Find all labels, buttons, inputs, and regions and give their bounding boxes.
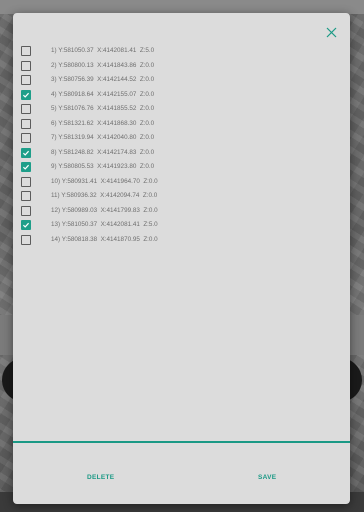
close-icon xyxy=(326,27,336,37)
point-row[interactable]: 1) Y:581050.37 X:4142081.41 Z:5.0 xyxy=(13,44,350,59)
point-label: 12) Y:580989.03 X:4141799.83 Z:0.0 xyxy=(51,206,158,214)
point-label: 13) Y:581050.37 X:4142081.41 Z:5.0 xyxy=(51,221,158,228)
point-row[interactable]: 10) Y:580931.41 X:4141964.70 Z:0.0 xyxy=(13,175,350,190)
check-icon xyxy=(22,92,30,98)
point-row[interactable]: 7) Y:581319.94 X:4142040.80 Z:0.0 xyxy=(13,131,350,146)
point-label: 11) Y:580936.32 X:4142094.74 Z:0.0 xyxy=(51,192,158,199)
point-row[interactable]: 11) Y:580936.32 X:4142094.74 Z:0.0 xyxy=(13,189,350,204)
save-button[interactable]: SAVE xyxy=(252,468,282,486)
point-selection-dialog: 1) Y:581050.37 X:4142081.41 Z:5.0 2) Y:58… xyxy=(13,13,350,504)
point-label: 5) Y:581076.76 X:4141855.52 Z:0.0 xyxy=(51,105,155,112)
point-label: 3) Y:580756.39 X:4142144.52 Z:0.0 xyxy=(51,76,155,83)
check-icon xyxy=(22,222,30,228)
point-label: 2) Y:580800.13 X:4141843.86 Z:0.0 xyxy=(51,61,155,69)
dialog-divider xyxy=(13,441,350,443)
point-row[interactable]: 2) Y:580800.13 X:4141843.86 Z:0.0 xyxy=(13,59,350,74)
point-row[interactable]: 14) Y:580818.38 X:4141870.95 Z:0.0 xyxy=(13,233,350,248)
point-checkbox[interactable] xyxy=(21,147,31,158)
point-checkbox[interactable] xyxy=(21,162,31,172)
point-checkbox[interactable] xyxy=(21,191,31,201)
point-checkbox[interactable] xyxy=(21,46,31,56)
point-list: 1) Y:581050.37 X:4142081.41 Z:5.0 2) Y:58… xyxy=(13,44,350,247)
close-button[interactable] xyxy=(320,21,342,43)
point-label: 9) Y:580805.53 X:4141923.80 Z:0.0 xyxy=(51,163,155,170)
point-label: 1) Y:581050.37 X:4142081.41 Z:5.0 xyxy=(51,47,155,54)
point-checkbox[interactable] xyxy=(21,89,31,100)
check-icon xyxy=(22,150,30,156)
point-row[interactable]: 9) Y:580805.53 X:4141923.80 Z:0.0 xyxy=(13,160,350,175)
point-checkbox[interactable] xyxy=(21,133,31,143)
point-checkbox[interactable] xyxy=(21,118,31,129)
point-row[interactable]: 13) Y:581050.37 X:4142081.41 Z:5.0 xyxy=(13,218,350,233)
point-label: 14) Y:580818.38 X:4141870.95 Z:0.0 xyxy=(51,235,158,243)
point-row[interactable]: 4) Y:580918.64 X:4142155.07 Z:0.0 xyxy=(13,88,350,103)
point-label: 4) Y:580918.64 X:4142155.07 Z:0.0 xyxy=(51,90,155,98)
point-row[interactable]: 6) Y:581321.62 X:4141868.30 Z:0.0 xyxy=(13,117,350,132)
point-label: 6) Y:581321.62 X:4141868.30 Z:0.0 xyxy=(51,119,155,127)
point-checkbox[interactable] xyxy=(21,205,31,216)
point-checkbox[interactable] xyxy=(21,60,31,71)
point-checkbox[interactable] xyxy=(21,176,31,187)
point-label: 8) Y:581248.82 X:4142174.83 Z:0.0 xyxy=(51,148,155,156)
point-row[interactable]: 3) Y:580756.39 X:4142144.52 Z:0.0 xyxy=(13,73,350,88)
point-row[interactable]: 5) Y:581076.76 X:4141855.52 Z:0.0 xyxy=(13,102,350,117)
point-checkbox[interactable] xyxy=(21,75,31,85)
point-label: 10) Y:580931.41 X:4141964.70 Z:0.0 xyxy=(51,177,158,185)
point-checkbox[interactable] xyxy=(21,104,31,114)
point-checkbox[interactable] xyxy=(21,234,31,245)
delete-button[interactable]: DELETE xyxy=(81,468,120,486)
map-top-bar xyxy=(0,0,364,14)
check-icon xyxy=(22,164,30,170)
point-checkbox[interactable] xyxy=(21,220,31,230)
point-row[interactable]: 12) Y:580989.03 X:4141799.83 Z:0.0 xyxy=(13,204,350,219)
point-row[interactable]: 8) Y:581248.82 X:4142174.83 Z:0.0 xyxy=(13,146,350,161)
point-label: 7) Y:581319.94 X:4142040.80 Z:0.0 xyxy=(51,134,155,141)
